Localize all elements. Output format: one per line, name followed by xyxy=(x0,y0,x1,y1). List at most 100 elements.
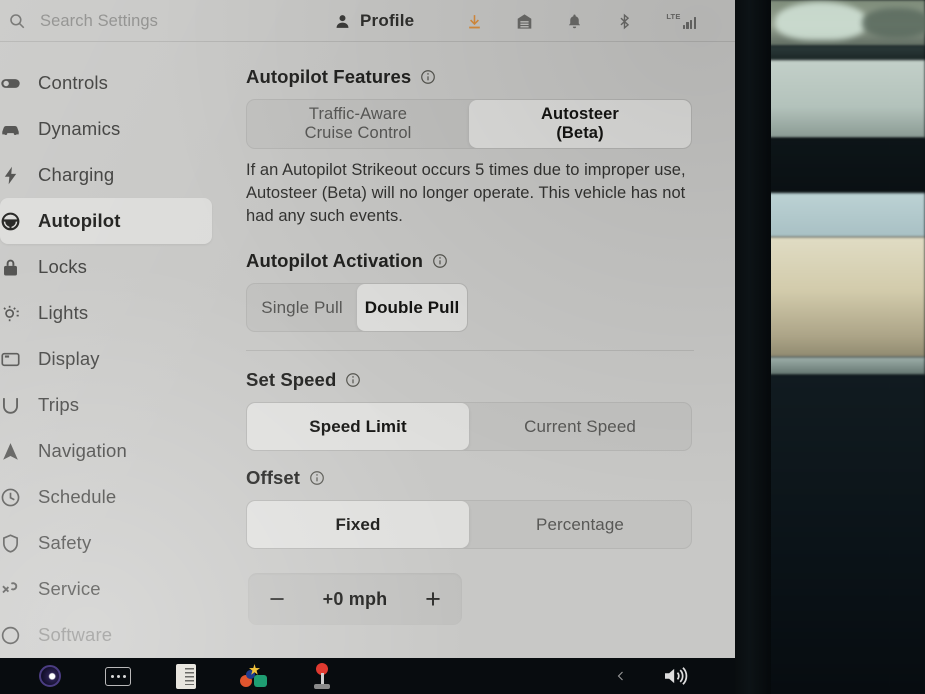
profile-label: Profile xyxy=(360,11,415,30)
search-placeholder: Search Settings xyxy=(40,11,158,30)
software-download-icon[interactable] xyxy=(466,13,483,30)
steering-wheel-icon xyxy=(1,212,20,230)
signal-bars-icon xyxy=(682,16,697,29)
sidebar-item-navigation[interactable]: Navigation xyxy=(0,428,212,474)
window-shadow-band xyxy=(768,138,925,193)
more-button[interactable] xyxy=(105,661,131,691)
sidebar-item-schedule[interactable]: Schedule xyxy=(0,474,212,520)
section-title: Offset xyxy=(246,467,301,489)
search-input[interactable]: Search Settings xyxy=(0,0,300,42)
window-glass-upper xyxy=(768,60,925,138)
info-icon[interactable] xyxy=(420,69,436,85)
segment-line-1: Percentage xyxy=(536,514,624,534)
sidebar-item-dynamics[interactable]: Dynamics xyxy=(0,106,212,152)
search-icon xyxy=(10,14,25,29)
segment-single-pull[interactable]: Single Pull xyxy=(247,284,357,331)
sidebar-item-software[interactable]: Software xyxy=(0,612,212,658)
wrench-icon xyxy=(2,581,18,593)
sidebar-label: Safety xyxy=(38,532,92,553)
offset-decrement-button[interactable]: − xyxy=(266,585,288,613)
sidebar-item-controls[interactable]: Controls xyxy=(0,60,212,106)
person-icon xyxy=(336,14,349,28)
autopilot-features-segmented-control[interactable]: Traffic-Aware Cruise Control Autosteer (… xyxy=(246,99,692,149)
toybox-button[interactable] xyxy=(240,661,268,691)
network-type-label: LTE xyxy=(666,12,681,22)
sidebar-item-safety[interactable]: Safety xyxy=(0,520,212,566)
autopilot-features-header: Autopilot Features xyxy=(246,66,691,88)
brightness-button[interactable] xyxy=(39,661,61,691)
trips-icon xyxy=(3,397,18,414)
sidebar-item-charging[interactable]: Charging xyxy=(0,152,212,198)
display-icon xyxy=(1,352,20,366)
joystick-icon xyxy=(312,663,332,689)
bluetooth-icon[interactable] xyxy=(616,13,633,30)
segment-percentage[interactable]: Percentage xyxy=(469,501,691,548)
taskbar-slot xyxy=(84,661,152,691)
segment-line-1: Autosteer xyxy=(541,104,619,123)
clock-icon xyxy=(1,488,20,506)
volume-icon[interactable] xyxy=(661,665,691,687)
window-rail-top xyxy=(768,46,925,60)
segment-line-1: Fixed xyxy=(335,514,381,534)
navigation-icon xyxy=(3,442,18,460)
toybox-icon xyxy=(240,664,268,688)
screenshot-root: Search Settings Profile LTE Controls Dyn… xyxy=(0,0,925,694)
sidebar-label: Software xyxy=(38,624,113,645)
offset-value: +0 mph xyxy=(322,588,388,609)
taskbar-right-group xyxy=(615,665,719,687)
segment-traffic-aware-cruise-control[interactable]: Traffic-Aware Cruise Control xyxy=(247,100,469,148)
window-lower-dark xyxy=(768,375,925,694)
offset-header: Offset xyxy=(246,467,691,489)
manual-button[interactable] xyxy=(176,661,196,691)
info-icon[interactable] xyxy=(432,253,448,269)
offset-stepper[interactable]: − +0 mph + xyxy=(248,573,462,626)
set-speed-segmented-control[interactable]: Speed Limit Current Speed xyxy=(246,402,692,452)
segment-fixed[interactable]: Fixed xyxy=(247,501,469,549)
taskbar-slot xyxy=(220,661,288,691)
sidebar-label: Charging xyxy=(38,164,115,185)
settings-header: Search Settings Profile LTE xyxy=(0,0,735,42)
bell-icon[interactable] xyxy=(566,13,583,30)
section-title: Autopilot Activation xyxy=(246,250,424,272)
parked-car-blur xyxy=(775,2,867,40)
sidebar-item-locks[interactable]: Locks xyxy=(0,244,212,290)
sidebar-label: Lights xyxy=(38,302,89,323)
sidebar-item-display[interactable]: Display xyxy=(0,336,212,382)
section-title: Set Speed xyxy=(246,369,337,391)
segment-current-speed[interactable]: Current Speed xyxy=(469,403,691,450)
bolt-icon xyxy=(4,166,17,184)
taskbar-slot xyxy=(16,661,84,691)
sidebar-item-autopilot[interactable]: Autopilot xyxy=(0,198,212,244)
vehicle-touchscreen: Search Settings Profile LTE Controls Dyn… xyxy=(0,0,735,658)
parked-car-blur-2 xyxy=(862,8,925,38)
set-speed-header: Set Speed xyxy=(246,369,691,391)
manual-icon xyxy=(176,663,196,689)
segment-line-2: (Beta) xyxy=(556,124,604,142)
offset-segmented-control[interactable]: Fixed Percentage xyxy=(246,500,692,550)
autopilot-activation-header: Autopilot Activation xyxy=(246,250,691,272)
segment-speed-limit[interactable]: Speed Limit xyxy=(247,403,469,451)
window-rail-bottom xyxy=(768,357,925,375)
sidebar-label: Schedule xyxy=(38,486,117,507)
brightness-icon xyxy=(39,665,61,687)
segment-line-1: Current Speed xyxy=(524,416,636,436)
sidebar-item-trips[interactable]: Trips xyxy=(0,382,212,428)
arcade-button[interactable] xyxy=(312,661,332,691)
sidebar-item-lights[interactable]: Lights xyxy=(0,290,212,336)
segment-line-1: Single Pull xyxy=(261,297,343,317)
window-glass-lower xyxy=(768,193,925,237)
chevron-left-icon[interactable] xyxy=(615,667,627,685)
garage-icon[interactable] xyxy=(516,13,533,30)
info-icon[interactable] xyxy=(309,470,325,486)
sidebar-item-service[interactable]: Service xyxy=(0,566,212,612)
info-icon[interactable] xyxy=(345,372,361,388)
autopilot-activation-segmented-control[interactable]: Single Pull Double Pull xyxy=(246,283,468,333)
segment-line-2: Cruise Control xyxy=(304,124,412,142)
toggle-icon xyxy=(1,78,20,88)
segment-double-pull[interactable]: Double Pull xyxy=(357,284,467,332)
segment-autosteer-beta[interactable]: Autosteer (Beta) xyxy=(469,100,691,148)
profile-button[interactable]: Profile xyxy=(334,11,414,31)
software-icon xyxy=(1,626,20,644)
taskbar-slot xyxy=(288,661,356,691)
offset-increment-button[interactable]: + xyxy=(422,585,444,613)
